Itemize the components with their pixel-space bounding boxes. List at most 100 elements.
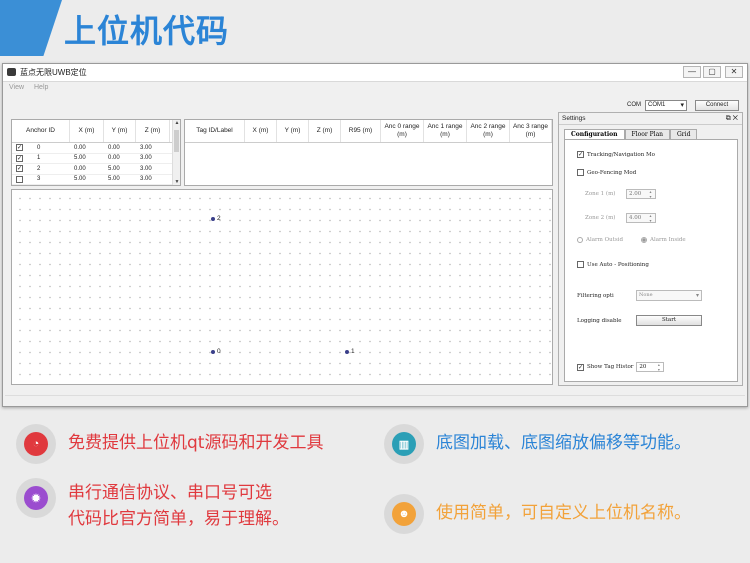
- anchor-z-cell[interactable]: 3.00: [136, 154, 170, 164]
- anchor-y-cell[interactable]: 0.00: [104, 143, 136, 153]
- com-row: COM COM1 Connect: [627, 98, 739, 112]
- table-row[interactable]: 3 5.00 5.00 3.00: [12, 175, 180, 185]
- feature-item: ☻ 使用简单，可自定义上位机名称。: [384, 494, 691, 534]
- table-row[interactable]: ✓ 1 5.00 0.00 3.00: [12, 154, 180, 164]
- settings-tabs: Configuration Floor Plan Grid: [564, 129, 742, 139]
- anchor-y-cell[interactable]: 5.00: [104, 175, 136, 185]
- geofencing-checkbox[interactable]: [577, 169, 584, 176]
- col-tag-x[interactable]: X (m): [245, 120, 277, 142]
- anchor-checkbox[interactable]: ✓: [16, 154, 23, 162]
- feature-text-block: 串行通信协议、串口号可选 代码比官方简单，易于理解。: [68, 478, 289, 532]
- anchor-dot: [345, 349, 349, 354]
- anchor-dot: [211, 349, 215, 354]
- col-y[interactable]: Y (m): [104, 120, 136, 142]
- horizontal-scrollbar[interactable]: [5, 395, 745, 404]
- auto-positioning-checkbox[interactable]: [577, 261, 584, 268]
- alarm-outside-option[interactable]: Alarm Outsid: [577, 237, 623, 243]
- col-z[interactable]: Z (m): [136, 120, 170, 142]
- anchor-marker-1[interactable]: 1: [345, 348, 355, 355]
- col-tag-id[interactable]: Tag ID/Label: [185, 120, 245, 142]
- show-tag-history-spinbox[interactable]: 20: [636, 362, 665, 372]
- col-anc1[interactable]: Anc 1 range (m): [424, 120, 467, 142]
- banner: 上位机代码: [0, 0, 750, 58]
- anchor-x-cell[interactable]: 0.00: [70, 164, 104, 174]
- anchor-checkbox[interactable]: ✓: [16, 165, 23, 173]
- anchor-checkbox[interactable]: [16, 175, 23, 183]
- zone1-row: Zone 1 (m) 2.00: [585, 189, 656, 199]
- close-panel-icon[interactable]: ✕: [733, 115, 738, 122]
- anchor-y-cell[interactable]: 5.00: [104, 164, 136, 174]
- menu-view[interactable]: View: [9, 84, 24, 91]
- user-icon: ☻: [392, 502, 416, 526]
- anchor-x-cell[interactable]: 5.00: [70, 154, 104, 164]
- tab-configuration[interactable]: Configuration: [564, 129, 625, 139]
- col-anchor-id[interactable]: Anchor ID: [12, 120, 70, 142]
- tab-grid[interactable]: Grid: [670, 129, 698, 139]
- anchor-marker-2[interactable]: 2: [211, 215, 221, 222]
- scroll-down-icon[interactable]: ▼: [173, 179, 181, 185]
- com-port-select[interactable]: COM1: [645, 99, 687, 111]
- anchor-y-cell[interactable]: 0.00: [104, 154, 136, 164]
- table-row[interactable]: ✓ 0 0.00 0.00 3.00: [12, 143, 180, 154]
- menu-help[interactable]: Help: [34, 84, 48, 91]
- feature-icon-ring: ◔: [16, 424, 56, 464]
- geofencing-option[interactable]: Geo-Fencing Mod: [577, 169, 636, 176]
- tab-floor-plan[interactable]: Floor Plan: [624, 129, 671, 139]
- scroll-thumb[interactable]: [174, 130, 179, 152]
- col-tag-z[interactable]: Z (m): [309, 120, 341, 142]
- bar-chart-icon: ▥: [392, 432, 416, 456]
- col-anc0[interactable]: Anc 0 range (m): [381, 120, 424, 142]
- alarm-inside-option[interactable]: Alarm Inside: [641, 237, 686, 243]
- scroll-up-icon[interactable]: ▲: [173, 120, 181, 126]
- col-anc3[interactable]: Anc 3 range (m): [510, 120, 552, 142]
- anchor-checkbox[interactable]: ✓: [16, 144, 23, 152]
- gear-icon: ✹: [24, 486, 48, 510]
- tracking-option[interactable]: ✓ Tracking/Navigation Mo: [577, 151, 655, 158]
- anchor-table-header: Anchor ID X (m) Y (m) Z (m): [12, 120, 180, 143]
- anchor-table: Anchor ID X (m) Y (m) Z (m) ✓ 0 0.00 0.00 3.…: [11, 119, 181, 186]
- settings-title: Settings: [562, 115, 586, 122]
- anchor-id: 3: [37, 176, 41, 183]
- connect-button[interactable]: Connect: [695, 99, 739, 111]
- start-logging-button[interactable]: Start: [636, 315, 702, 326]
- floor-plan-view[interactable]: 2 0 1: [11, 189, 553, 385]
- configuration-panel: ✓ Tracking/Navigation Mo Geo-Fencing Mod…: [564, 139, 738, 382]
- feature-text-line: 串行通信协议、串口号可选: [68, 483, 272, 503]
- anchor-z-cell[interactable]: 3.00: [136, 164, 170, 174]
- col-r95[interactable]: R95 (m): [341, 120, 381, 142]
- minimize-button[interactable]: —: [683, 66, 701, 78]
- alarm-inside-radio[interactable]: [641, 237, 647, 243]
- app-window: 蓝点无限UWB定位 — ▢ ✕ View Help COM COM1 Conne…: [2, 63, 748, 407]
- anchor-z-cell[interactable]: 3.00: [136, 143, 170, 153]
- col-x[interactable]: X (m): [70, 120, 104, 142]
- auto-positioning-option[interactable]: Use Auto - Positioning: [577, 261, 649, 268]
- zone1-spinbox[interactable]: 2.00: [626, 189, 656, 199]
- features-section: ◔ 免费提供上位机qt源码和开发工具 ▥ 底图加载、底图缩放偏移等功能。 ✹ 串…: [0, 412, 750, 563]
- float-icon[interactable]: ⧉: [726, 115, 731, 122]
- zone2-spinbox[interactable]: 4.00: [626, 213, 656, 223]
- anchor-table-scrollbar[interactable]: ▲ ▼: [172, 120, 180, 185]
- anchor-id: 2: [37, 165, 41, 172]
- maximize-button[interactable]: ▢: [703, 66, 721, 78]
- anchor-x-cell[interactable]: 5.00: [70, 175, 104, 185]
- anchor-x-cell[interactable]: 0.00: [70, 143, 104, 153]
- alarm-outside-label: Alarm Outsid: [586, 237, 623, 243]
- feature-icon-ring: ✹: [16, 478, 56, 518]
- col-anc2[interactable]: Anc 2 range (m): [467, 120, 510, 142]
- alarm-inside-label: Alarm Inside: [650, 237, 686, 243]
- anchor-marker-0[interactable]: 0: [211, 348, 221, 355]
- table-row[interactable]: ✓ 2 0.00 5.00 3.00: [12, 164, 180, 175]
- tag-table: Tag ID/Label X (m) Y (m) Z (m) R95 (m) A…: [184, 119, 553, 186]
- tracking-label: Tracking/Navigation Mo: [587, 151, 655, 158]
- anchor-label: 2: [217, 215, 221, 222]
- anchor-z-cell[interactable]: 3.00: [136, 175, 170, 185]
- show-tag-history-checkbox[interactable]: ✓: [577, 363, 584, 371]
- tracking-checkbox[interactable]: ✓: [577, 151, 584, 158]
- close-button[interactable]: ✕: [725, 66, 743, 78]
- filtering-select[interactable]: None: [636, 290, 702, 301]
- title-bar: 蓝点无限UWB定位 — ▢ ✕: [3, 64, 747, 82]
- col-tag-y[interactable]: Y (m): [277, 120, 309, 142]
- settings-header: Settings ⧉ ✕: [559, 113, 742, 125]
- feature-text-line: 代码比官方简单，易于理解。: [68, 509, 289, 529]
- alarm-outside-radio[interactable]: [577, 237, 583, 243]
